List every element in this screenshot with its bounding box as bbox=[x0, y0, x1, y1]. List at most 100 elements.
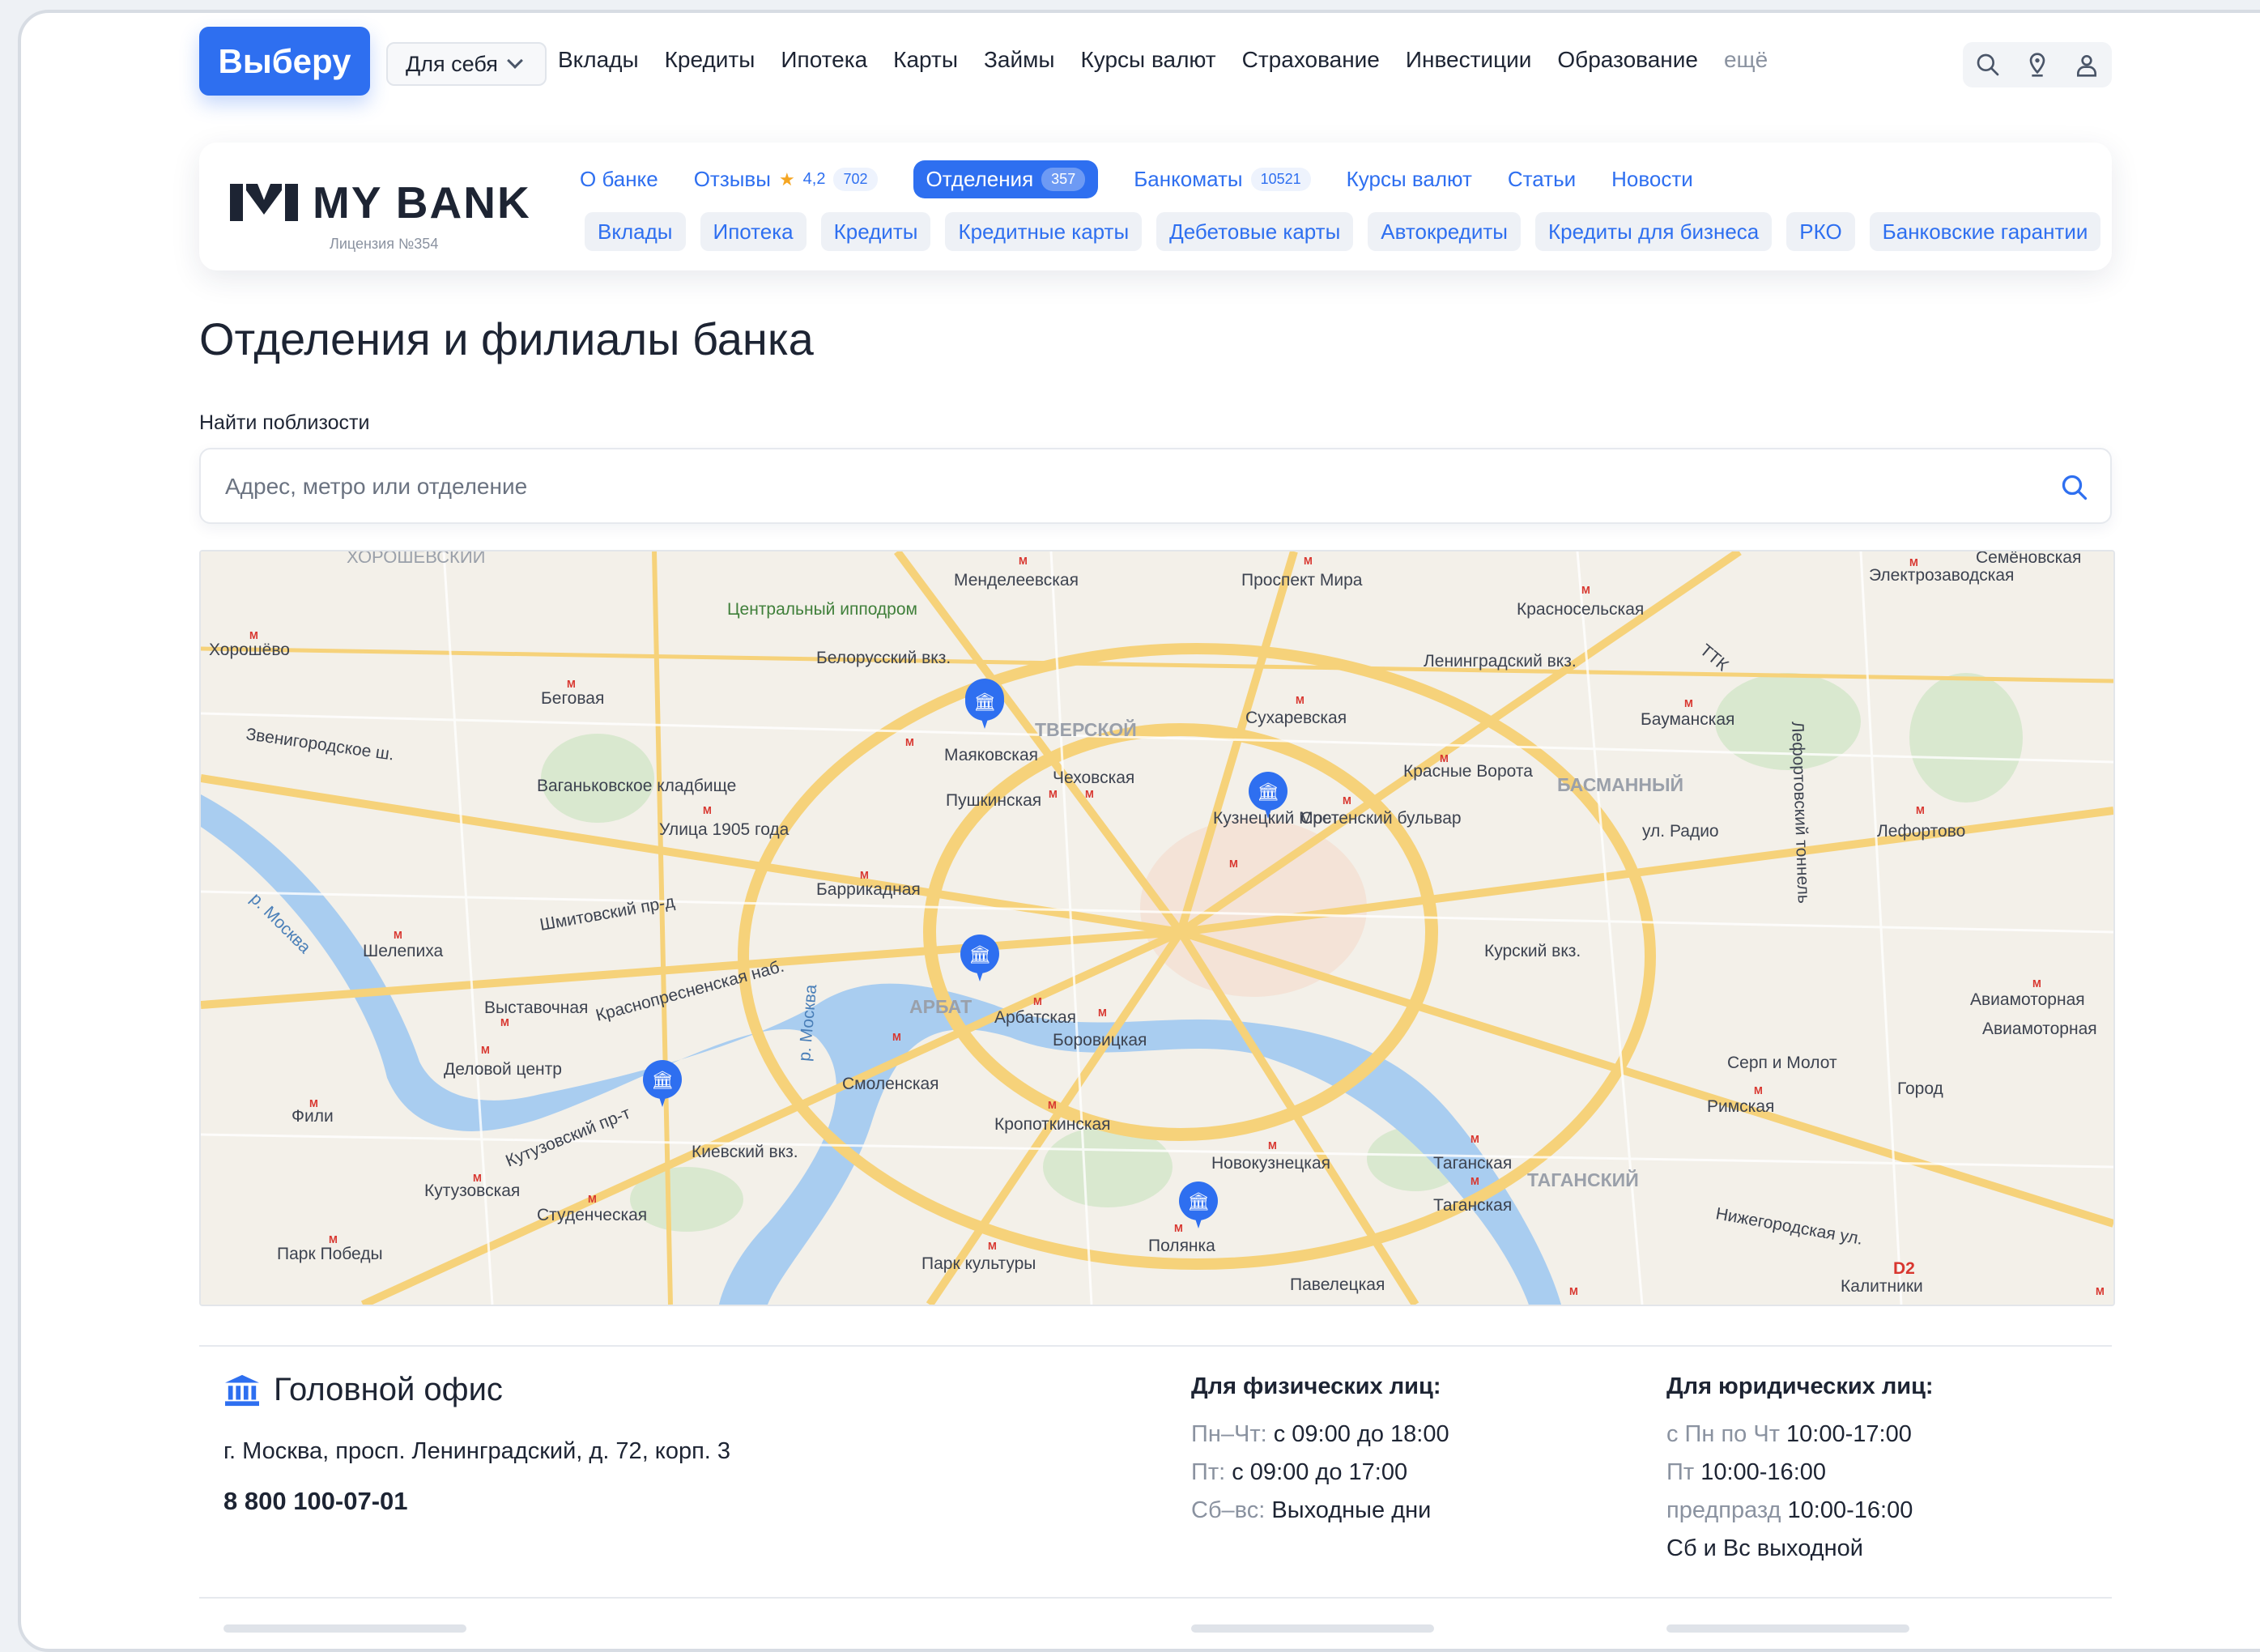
hours-row: Сб и Вс выходной bbox=[1666, 1535, 1934, 1562]
svg-text:Павелецкая: Павелецкая bbox=[1290, 1275, 1385, 1294]
svg-text:Фили: Фили bbox=[292, 1107, 334, 1126]
top-nav: Вклады Кредиты Ипотека Карты Займы Курсы… bbox=[558, 47, 1768, 73]
hours-row: с Пн по Чт 10:00-17:00 bbox=[1666, 1421, 1934, 1448]
next-section-placeholder bbox=[223, 1624, 466, 1633]
svg-text:Кутузовская: Кутузовская bbox=[424, 1182, 520, 1200]
hours-value: Сб и Вс выходной bbox=[1666, 1535, 1863, 1561]
nav-mortgage[interactable]: Ипотека bbox=[781, 47, 867, 73]
svg-text:М: М bbox=[1569, 1285, 1578, 1297]
user-icon[interactable] bbox=[2074, 52, 2100, 78]
tab-reviews[interactable]: Отзывы ★ 4,2 702 bbox=[694, 167, 878, 192]
svg-text:Баррикадная: Баррикадная bbox=[816, 880, 921, 899]
svg-text:Новокузнецкая: Новокузнецкая bbox=[1211, 1154, 1330, 1173]
chip-credit-cards[interactable]: Кредитные карты bbox=[945, 212, 1143, 251]
audience-dropdown[interactable]: Для себя bbox=[386, 42, 547, 86]
chip-auto-loans[interactable]: Автокредиты bbox=[1368, 212, 1521, 251]
svg-text:Красносельская: Красносельская bbox=[1517, 600, 1644, 619]
svg-text:Деловой центр: Деловой центр bbox=[444, 1060, 562, 1079]
search-input[interactable] bbox=[223, 449, 2049, 524]
svg-text:М: М bbox=[1174, 1222, 1183, 1234]
svg-text:Выставочная: Выставочная bbox=[484, 998, 588, 1017]
bank-logo[interactable]: MY BANK Лицензия №354 bbox=[230, 177, 531, 252]
svg-text:Ленинградский вкз.: Ленинградский вкз. bbox=[1424, 652, 1577, 671]
tab-articles[interactable]: Статьи bbox=[1508, 167, 1576, 192]
chip-deposits[interactable]: Вклады bbox=[585, 212, 686, 251]
tab-about[interactable]: О банке bbox=[580, 167, 658, 192]
chip-credits[interactable]: Кредиты bbox=[820, 212, 931, 251]
svg-text:Полянка: Полянка bbox=[1148, 1237, 1215, 1255]
tab-rates[interactable]: Курсы валют bbox=[1347, 167, 1472, 192]
svg-text:Семёновская: Семёновская bbox=[1976, 551, 2081, 567]
chip-debit-cards[interactable]: Дебетовые карты bbox=[1156, 212, 1354, 251]
search-icon[interactable] bbox=[1975, 52, 2001, 78]
nav-credits[interactable]: Кредиты bbox=[665, 47, 755, 73]
tab-rates-label: Курсы валют bbox=[1346, 167, 1472, 191]
svg-text:Калитники: Калитники bbox=[1841, 1277, 1923, 1296]
hours-row: Пн–Чт: с 09:00 до 18:00 bbox=[1191, 1421, 1449, 1448]
svg-text:М: М bbox=[588, 1193, 597, 1205]
nav-loans[interactable]: Займы bbox=[984, 47, 1055, 73]
hours-row: Сб–вс: Выходные дни bbox=[1191, 1497, 1449, 1524]
hours-value: 10:00-16:00 bbox=[1787, 1497, 1913, 1523]
nav-deposits[interactable]: Вклады bbox=[558, 47, 639, 73]
nav-investments[interactable]: Инвестиции bbox=[1406, 47, 1532, 73]
browser-window: Выберу Для себя Вклады Кредиты Ипотека К… bbox=[18, 10, 2260, 1652]
location-pin-icon[interactable] bbox=[2024, 52, 2050, 78]
svg-text:Бауманская: Бауманская bbox=[1641, 710, 1734, 729]
svg-text:Авиамоторная: Авиамоторная bbox=[1970, 990, 2085, 1009]
svg-text:Проспект Мира: Проспект Мира bbox=[1241, 571, 1363, 590]
svg-text:Красные Ворота: Красные Ворота bbox=[1403, 762, 1533, 781]
tab-branches[interactable]: Отделения 357 bbox=[913, 160, 1099, 198]
svg-text:Лефортово: Лефортово bbox=[1877, 822, 1965, 841]
svg-text:М: М bbox=[1470, 1133, 1479, 1145]
svg-text:Улица 1905 года: Улица 1905 года bbox=[659, 820, 790, 839]
chip-mortgage[interactable]: Ипотека bbox=[700, 212, 807, 251]
svg-text:М: М bbox=[2032, 977, 2041, 990]
hours-row: предпразд 10:00-16:00 bbox=[1666, 1497, 1934, 1524]
head-office-title: Головной офис bbox=[223, 1372, 503, 1408]
svg-text:М: М bbox=[1019, 555, 1028, 567]
chip-rko[interactable]: РКО bbox=[1786, 212, 1855, 251]
svg-text:Парк Победы: Парк Победы bbox=[277, 1245, 383, 1263]
legal-hours: Для юридических лиц: с Пн по Чт 10:00-17… bbox=[1666, 1373, 1934, 1573]
search-icon[interactable] bbox=[2060, 473, 2089, 502]
section-divider bbox=[199, 1345, 2112, 1347]
hours-label: Пт bbox=[1666, 1459, 1695, 1485]
next-section-placeholder bbox=[1191, 1624, 1434, 1633]
header-icons bbox=[1963, 42, 2112, 87]
svg-text:М: М bbox=[1033, 995, 1042, 1007]
individuals-heading: Для физических лиц: bbox=[1191, 1373, 1441, 1399]
svg-text:Маяковская: Маяковская bbox=[944, 746, 1038, 764]
svg-text:М: М bbox=[481, 1044, 490, 1056]
nav-rates[interactable]: Курсы валют bbox=[1080, 47, 1215, 73]
nav-more[interactable]: ещё bbox=[1724, 47, 1768, 73]
chip-bank-guarantees[interactable]: Банковские гарантии bbox=[1869, 212, 2101, 251]
bank-name: MY BANK bbox=[313, 177, 531, 228]
nav-insurance[interactable]: Страхование bbox=[1242, 47, 1380, 73]
tab-news[interactable]: Новости bbox=[1611, 167, 1693, 192]
svg-text:Авиамоторная: Авиамоторная bbox=[1982, 1020, 2097, 1038]
tab-atms[interactable]: Банкоматы 10521 bbox=[1134, 167, 1311, 192]
site-logo[interactable]: Выберу bbox=[199, 27, 370, 96]
hours-value: с 09:00 до 17:00 bbox=[1232, 1459, 1408, 1485]
product-chips: Вклады Ипотека Кредиты Кредитные карты Д… bbox=[585, 212, 2101, 251]
nav-cards[interactable]: Карты bbox=[893, 47, 958, 73]
head-office-address: г. Москва, просп. Ленинградский, д. 72, … bbox=[223, 1438, 731, 1464]
svg-text:Римская: Римская bbox=[1707, 1097, 1774, 1116]
svg-text:М: М bbox=[1470, 1175, 1479, 1187]
svg-text:ТАГАНСКИЙ: ТАГАНСКИЙ bbox=[1527, 1169, 1639, 1190]
nav-education[interactable]: Образование bbox=[1557, 47, 1698, 73]
svg-text:Хорошёво: Хорошёво bbox=[209, 641, 290, 659]
svg-text:Пушкинская: Пушкинская bbox=[946, 791, 1041, 810]
bank-license: Лицензия №354 bbox=[330, 236, 439, 252]
branches-map[interactable]: МММ МММ МММ МММ МММ МММ МММ МММ МММ МММ … bbox=[199, 550, 2115, 1306]
svg-text:ул. Радио: ул. Радио bbox=[1642, 822, 1719, 841]
search-box bbox=[199, 448, 2112, 524]
svg-text:ХОРОШЁВСКИЙ: ХОРОШЁВСКИЙ bbox=[347, 551, 485, 567]
head-office-phone[interactable]: 8 800 100-07-01 bbox=[223, 1487, 408, 1516]
svg-text:ТВЕРСКОЙ: ТВЕРСКОЙ bbox=[1035, 718, 1137, 740]
svg-text:М: М bbox=[1085, 788, 1094, 800]
svg-text:М: М bbox=[1581, 584, 1590, 596]
svg-text:Белорусский вкз.: Белорусский вкз. bbox=[816, 649, 951, 667]
chip-business-credits[interactable]: Кредиты для бизнеса bbox=[1534, 212, 1773, 251]
